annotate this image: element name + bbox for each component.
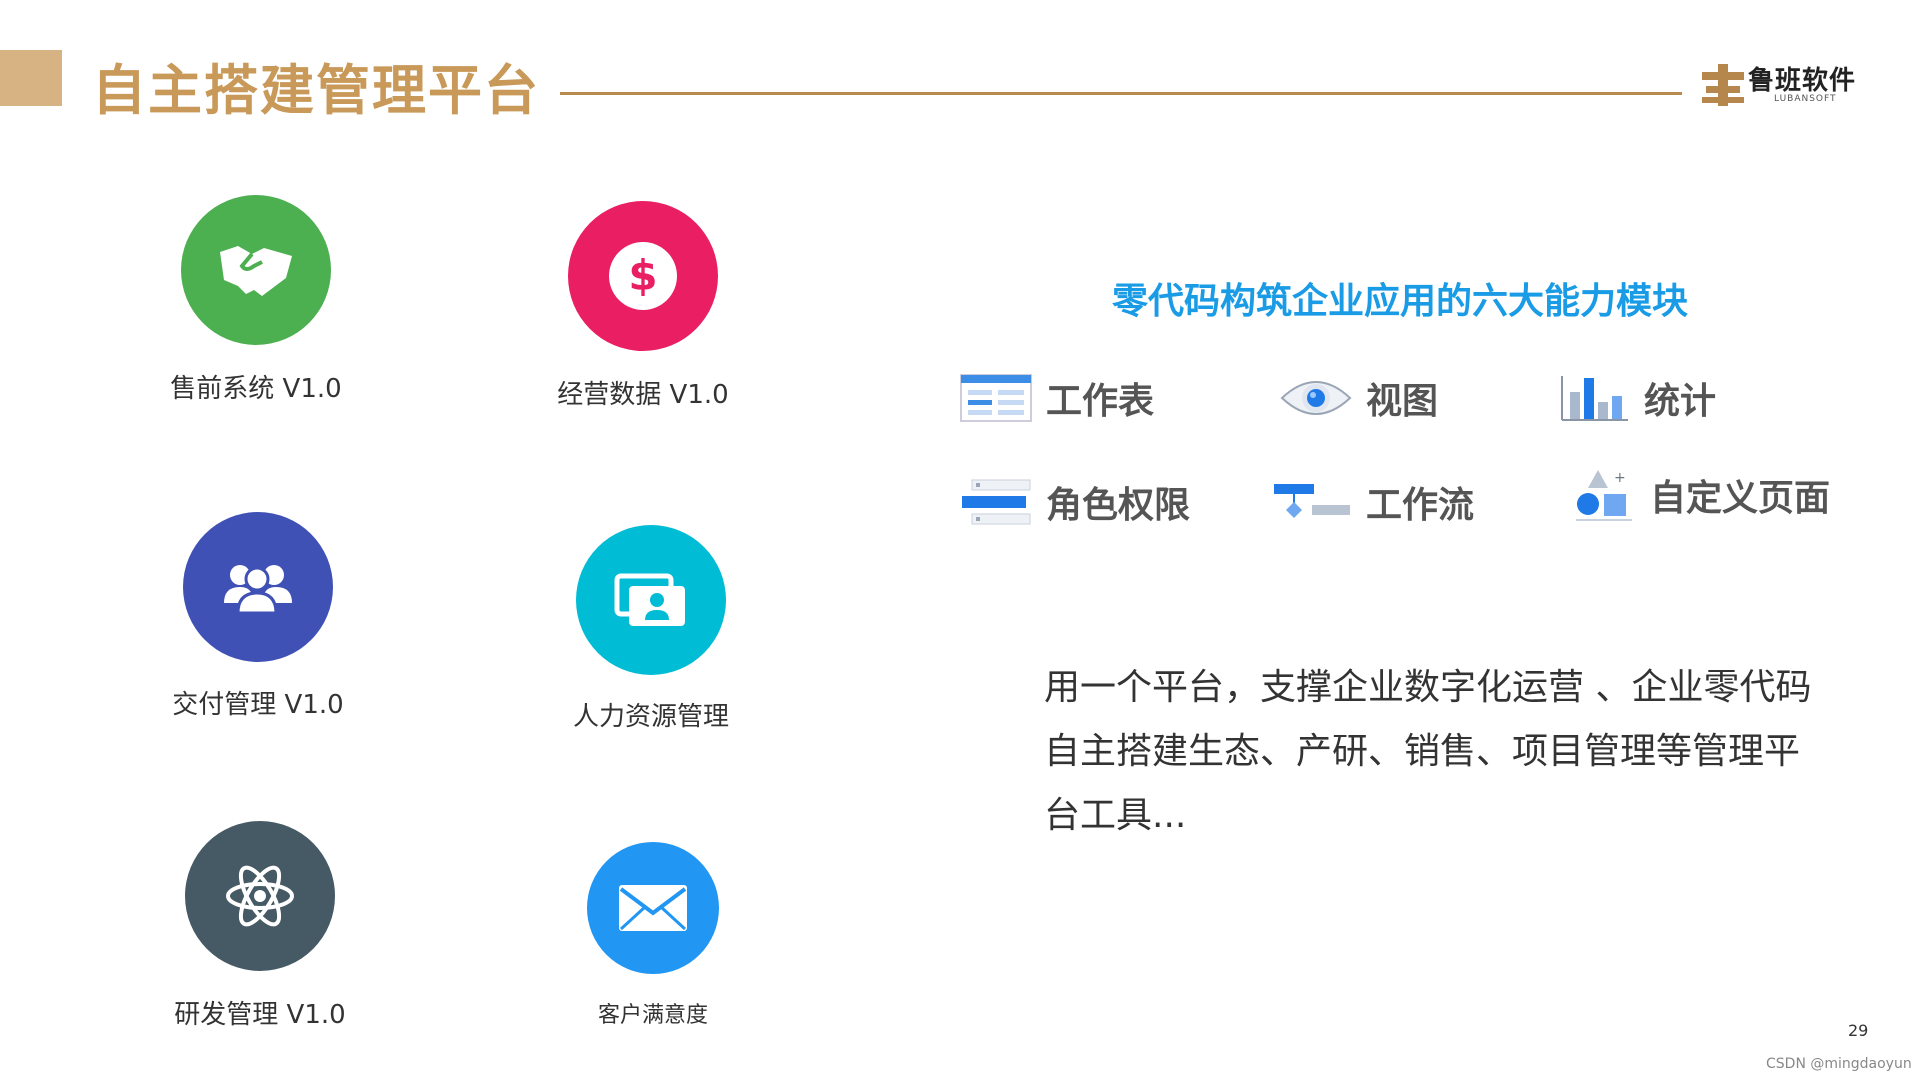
dollar-icon: $ [609,242,677,310]
svg-text:+: + [1614,470,1626,486]
custom-page-icon: + [1576,470,1632,521]
logo-text: 鲁班软件 [1748,66,1857,96]
workflow-icon [1274,484,1350,518]
feature-label: 自定义页面 [1650,478,1831,519]
handshake-icon [220,246,292,296]
worksheet-icon [960,374,1032,422]
delivery-app-label: 交付管理 V1.0 [172,690,344,720]
feature-label: 统计 [1644,381,1717,422]
rnd-app-label: 研发管理 V1.0 [174,1000,346,1030]
presales-app-label: 售前系统 V1.0 [170,374,342,404]
presales-app-button[interactable] [181,195,331,345]
header-divider [560,92,1682,95]
page-number: 29 [1848,1021,1869,1040]
feature-view: 视图 [1280,372,1438,424]
id-cards-icon [614,573,685,626]
feature-role-permission: 角色权限 [960,476,1190,528]
title-accent-bar [0,50,62,106]
svg-text:$: $ [628,251,657,300]
hr-app-button[interactable] [576,525,726,675]
company-logo: 鲁班软件 LUBANSOFT [1700,56,1870,112]
hr-app-label: 人力资源管理 [572,702,729,732]
eye-icon [1280,381,1352,415]
envelope-icon [619,885,687,931]
operations-data-app-label: 经营数据 V1.0 [557,380,729,410]
customer-satisfaction-app-button[interactable] [587,842,719,974]
users-icon [224,565,292,615]
page-title: 自主搭建管理平台 [92,59,540,122]
feature-custom-page: + 自定义页面 [1574,466,1830,524]
feature-label: 工作流 [1366,485,1475,526]
bar-chart-icon [1561,376,1628,421]
feature-workflow: 工作流 [1272,476,1474,528]
atom-icon [226,865,294,927]
operations-data-app-button[interactable]: $ [568,201,718,351]
feature-statistics: 统计 [1558,372,1716,424]
feature-worksheet: 工作表 [960,372,1154,424]
role-permission-icon [962,479,1031,525]
feature-label: 角色权限 [1046,485,1191,526]
watermark: CSDN @mingdaoyun [1766,1056,1912,1072]
feature-label: 工作表 [1046,381,1155,422]
feature-label: 视图 [1366,381,1439,422]
logo-mark-icon [1702,64,1744,106]
platform-description: 用一个平台，支撑企业数字化运营 、企业零代码自主搭建生态、产研、销售、项目管理等… [1044,667,1812,836]
logo-subtext: LUBANSOFT [1774,94,1837,104]
rnd-app-button[interactable] [185,821,335,971]
delivery-app-button[interactable] [183,512,333,662]
capabilities-subtitle: 零代码构筑企业应用的六大能力模块 [1111,281,1688,322]
customer-satisfaction-app-label: 客户满意度 [597,1003,708,1028]
